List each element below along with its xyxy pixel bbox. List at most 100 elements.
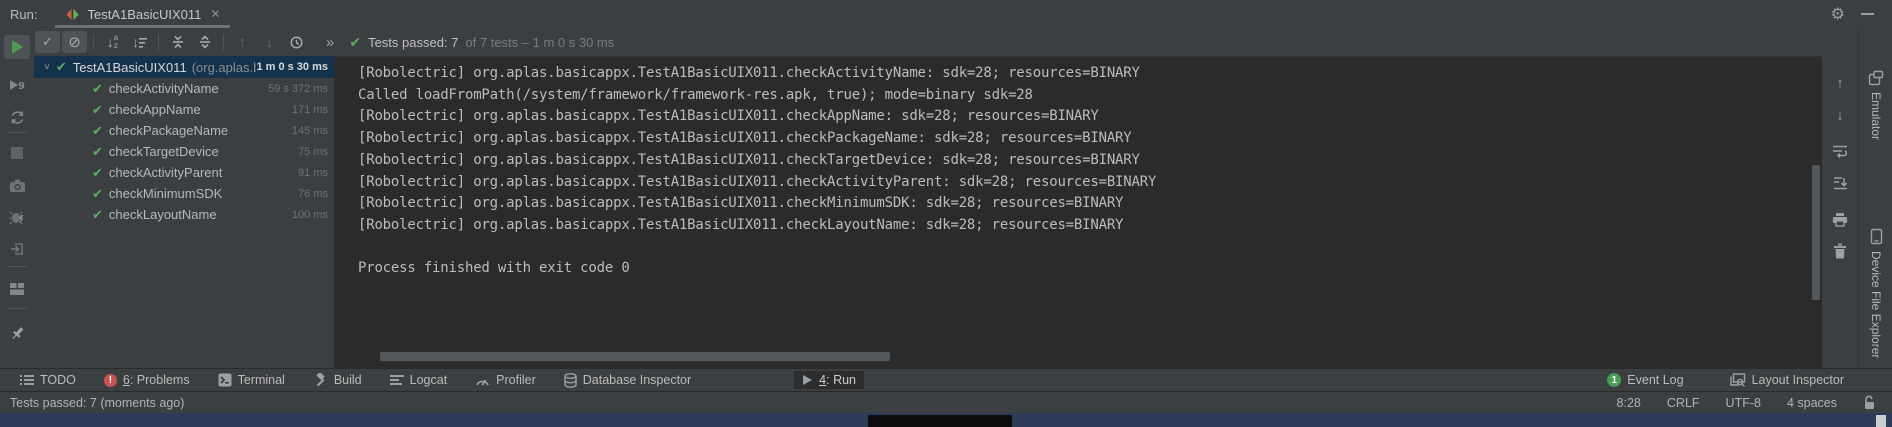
taskbar-window-segment[interactable] [868,415,1012,427]
toolwindow-button-terminal[interactable]: Terminal [210,371,293,389]
trash-icon [1833,243,1847,259]
toolwindow-button-device-file-explorer[interactable]: Device File Explorer [1859,228,1892,358]
tree-row[interactable]: ✔ checkAppName 171 ms [34,99,334,120]
toolwindow-button-layout-inspector[interactable]: Layout Inspector [1722,371,1852,389]
previous-failed-test-button[interactable]: ↑ [230,31,255,53]
tree-root-row[interactable]: ˅ ✔ TestA1BasicUIX011 (org.aplas.basi 1 … [34,56,334,78]
test-name: checkTargetDevice [109,144,219,159]
stop-button[interactable] [0,140,34,166]
toggle-auto-test-button[interactable] [0,104,34,130]
toolwindow-label: TODO [40,373,76,387]
test-duration: 145 ms [292,125,328,137]
toolwindow-label: Layout Inspector [1752,373,1844,387]
attach-debugger-button[interactable] [0,204,34,230]
console-output: [Robolectric] org.aplas.basicappx.TestA1… [358,63,1156,280]
tree-row[interactable]: ✔ checkLayoutName 100 ms [34,204,334,225]
sort-by-duration-button[interactable]: ↓ [127,31,152,53]
gear-icon[interactable]: ⚙ [1831,4,1845,24]
down-stacktrace-button[interactable]: ↓ [1822,102,1858,128]
pin-tab-button[interactable] [0,320,34,346]
tree-row[interactable]: ✔ checkMinimumSDK 76 ms [34,183,334,204]
expand-all-button[interactable] [165,31,190,53]
toolwindow-button-todo[interactable]: TODO [12,371,84,389]
sort-alpha-icon: ↓az [107,34,118,50]
hide-toolwindow-icon[interactable] [1861,13,1874,15]
run-toolwindow-header: Run: TestA1BasicUIX011 ✕ ⚙ [0,0,1892,28]
arrow-up-icon: ↑ [1836,75,1844,92]
taskbar-tray-mark [1876,415,1886,427]
test-name: checkMinimumSDK [109,186,222,201]
toolwindow-button-database-inspector[interactable]: Database Inspector [556,371,699,390]
toolwindow-button-emulator[interactable]: Emulator [1859,70,1892,140]
console-vertical-scrollbar[interactable] [1812,165,1820,300]
show-passed-button[interactable]: ✓ [35,31,60,53]
toolwindow-button-problems[interactable]: ! 6: Problems [96,371,198,389]
toolwindow-button-logcat[interactable]: Logcat [382,371,456,389]
test-name: checkPackageName [109,123,228,138]
toolwindow-label: Database Inspector [583,373,691,387]
test-duration: 171 ms [292,104,328,116]
tree-row[interactable]: ✔ checkActivityName 59 s 372 ms [34,78,334,99]
toolwindow-label: 4: Run [819,373,856,387]
clear-all-button[interactable] [1822,238,1858,264]
logcat-icon [390,374,404,386]
test-passed-icon: ✔ [92,102,103,118]
toolwindow-button-run[interactable]: 4: Run [794,371,864,389]
scroll-to-end-button[interactable] [1822,170,1858,196]
problems-badge-icon: ! [104,374,117,387]
toolwindow-label: 6: Problems [123,373,190,387]
event-log-badge: 1 [1607,373,1621,387]
run-console[interactable]: [Robolectric] org.aplas.basicappx.TestA1… [334,56,1822,368]
toolwindow-label: Logcat [410,373,448,387]
collapse-all-button[interactable] [192,31,217,53]
soft-wrap-button[interactable] [1822,138,1858,164]
run-config-tab[interactable]: TestA1BasicUIX011 ✕ [55,0,230,28]
toolbar-overflow-icon[interactable]: » [326,34,333,51]
toolwindow-label: Device File Explorer [1869,251,1883,358]
bug-lightning-icon [9,209,26,226]
import-arrow-icon [9,241,25,257]
divider [93,34,94,50]
rerun-tests-button[interactable] [0,34,34,60]
tree-row[interactable]: ✔ checkPackageName 145 ms [34,120,334,141]
rerun-failed-tests-button[interactable]: 9 [0,72,34,98]
caret-position[interactable]: 8:28 [1617,396,1641,410]
sort-duration-icon: ↓ [132,34,147,50]
arrow-up-icon: ↑ [239,34,247,51]
line-ending-indicator[interactable]: CRLF [1667,396,1700,410]
lock-open-icon[interactable] [1863,395,1876,410]
database-icon [564,373,577,388]
next-failed-test-button[interactable]: ↓ [257,31,282,53]
divider [223,34,224,50]
arrow-down-icon: ↓ [1836,107,1844,124]
hammer-icon [313,373,328,387]
encoding-indicator[interactable]: UTF-8 [1726,396,1761,410]
run-panel-left-toolbar: 9 [0,28,34,368]
status-bar: Tests passed: 7 (moments ago) 8:28 CRLF … [0,391,1892,413]
tree-row[interactable]: ✔ checkActivityParent 91 ms [34,162,334,183]
print-button[interactable] [1822,206,1858,232]
check-icon: ✓ [42,34,53,50]
test-tree: ˅ ✔ TestA1BasicUIX011 (org.aplas.basi 1 … [34,56,334,368]
tree-row[interactable]: ✔ checkTargetDevice 75 ms [34,141,334,162]
close-icon[interactable]: ✕ [210,7,220,21]
show-ignored-button[interactable]: ⊘ [62,31,87,53]
clock-history-icon [289,35,304,50]
toolwindow-button-build[interactable]: Build [305,371,370,389]
run-play-icon [802,374,813,386]
toolwindow-button-profiler[interactable]: Profiler [467,371,544,389]
camera-icon [9,178,26,193]
chevron-down-icon[interactable]: ˅ [44,62,50,73]
dump-threads-button[interactable] [0,172,34,198]
toolwindow-button-event-log[interactable]: 1 Event Log [1599,371,1691,389]
restore-layout-button[interactable] [0,276,34,302]
divider [7,132,27,133]
tests-passed-count: Tests passed: 7 [368,35,458,50]
console-horizontal-scrollbar[interactable] [380,352,890,361]
up-stacktrace-button[interactable]: ↑ [1822,70,1858,96]
sort-alphabetically-button[interactable]: ↓az [100,31,125,53]
indent-indicator[interactable]: 4 spaces [1787,396,1837,410]
test-history-button[interactable] [284,31,309,53]
import-test-results-button[interactable] [0,236,34,262]
test-duration: 91 ms [298,167,328,179]
